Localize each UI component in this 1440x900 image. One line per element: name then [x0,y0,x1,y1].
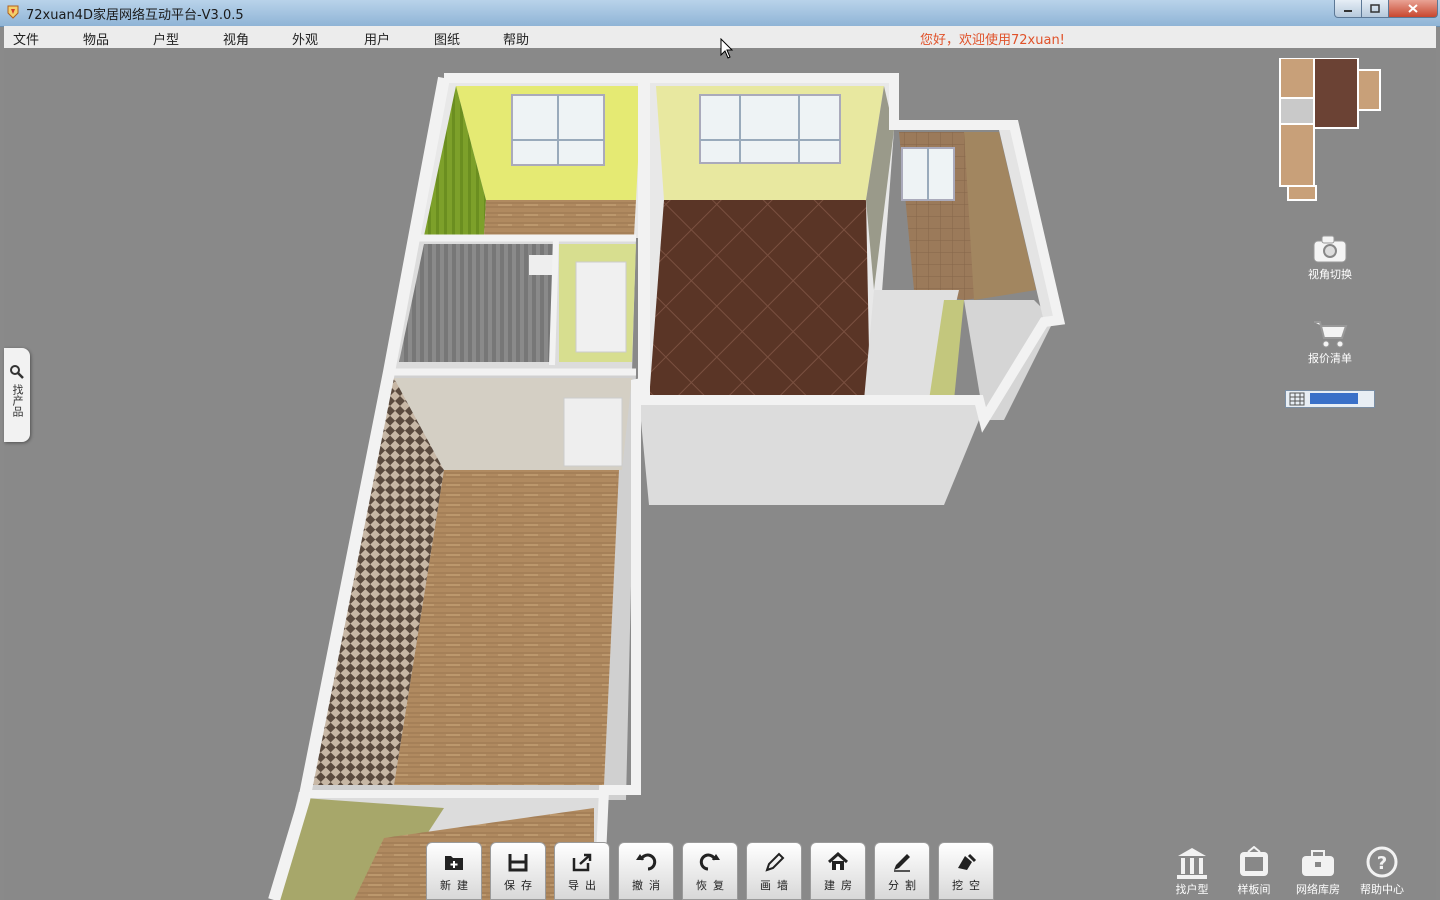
find-product-label: 找产品 [11,384,24,417]
camera-switch-label: 视角切换 [1308,268,1352,281]
save-label: 保存 [504,879,538,892]
window-balcony [901,147,955,201]
3d-floorplan-scene[interactable] [4,48,1436,900]
help-icon: ? [1366,846,1398,878]
menu-appearance[interactable]: 外观 [292,29,318,48]
pen-icon [894,854,910,872]
draw-wall-button[interactable]: 画墙 [746,842,802,900]
floorplan-minimap[interactable] [1278,58,1390,208]
toolbox-icon [1302,850,1334,876]
split-button[interactable]: 分割 [874,842,930,900]
menu-view[interactable]: 视角 [223,29,249,48]
camera-icon [1313,235,1347,263]
menu-help[interactable]: 帮助 [503,29,529,48]
find-floorplan-label: 找户型 [1175,883,1209,896]
menu-file[interactable]: 文件 [13,29,39,48]
split-label: 分割 [888,879,922,892]
window-master-bedroom [699,94,841,164]
network-warehouse-label: 网络库房 [1296,883,1340,896]
cart-icon [1314,321,1348,348]
build-room-label: 建房 [824,879,858,892]
export-label: 导出 [568,879,602,892]
new-button[interactable]: 新建 [426,842,482,900]
app-logo-icon [7,5,19,19]
title-bar: 72xuan4D家居网络互动平台-V3.0.5 [0,0,1440,27]
showroom-label: 样板间 [1237,883,1271,896]
dig-out-button[interactable]: 挖空 [938,842,994,900]
draw-wall-label: 画墙 [760,879,794,892]
search-icon [10,365,24,379]
dig-out-label: 挖空 [952,879,986,892]
menu-items[interactable]: 物品 [83,29,109,48]
redo-button[interactable]: 恢复 [682,842,738,900]
save-icon [508,854,528,872]
3d-viewport[interactable] [4,48,1436,900]
welcome-message: 您好，欢迎使用72xuan! [920,33,1065,48]
menu-floorplan[interactable]: 户型 [153,29,179,48]
menu-drawings[interactable]: 图纸 [434,29,460,48]
redo-icon [699,853,720,871]
close-button[interactable] [1388,0,1438,18]
room-icon [1240,846,1268,876]
grid-icon [1289,392,1305,406]
house-icon [828,852,848,870]
maximize-button[interactable] [1361,0,1389,18]
zoom-slider-fill [1310,393,1358,404]
building-icon [1177,848,1207,879]
redo-label: 恢复 [696,879,730,892]
undo-icon [636,853,657,871]
build-room-button[interactable]: 建房 [810,842,866,900]
network-warehouse-link[interactable]: 网络库房 [1288,846,1348,897]
help-center-label: 帮助中心 [1360,883,1404,896]
pencil-icon [765,852,785,872]
export-icon [572,853,592,872]
help-center-link[interactable]: ? 帮助中心 [1352,846,1412,897]
undo-button[interactable]: 撤消 [618,842,674,900]
find-product-tab[interactable]: 找产品 [4,348,30,442]
svg-text:?: ? [1377,853,1387,874]
undo-label: 撤消 [632,879,666,892]
new-icon [445,856,463,870]
quote-list-button[interactable]: 报价清单 [1290,318,1370,366]
mouse-cursor-icon [720,38,734,59]
close-icon [1408,4,1418,13]
dig-icon [958,853,977,870]
window-title: 72xuan4D家居网络互动平台-V3.0.5 [26,8,244,23]
minimize-icon [1344,9,1352,12]
window-left-bedroom [511,94,605,166]
zoom-slider[interactable] [1285,390,1375,408]
menu-user[interactable]: 用户 [364,29,390,48]
camera-switch-button[interactable]: 视角切换 [1290,234,1370,282]
showroom-link[interactable]: 样板间 [1224,846,1284,897]
quote-list-label: 报价清单 [1308,352,1352,365]
minimize-button[interactable] [1334,0,1362,18]
save-button[interactable]: 保存 [490,842,546,900]
maximize-icon [1370,4,1380,13]
export-button[interactable]: 导出 [554,842,610,900]
new-label: 新建 [440,879,474,892]
find-floorplan-link[interactable]: 找户型 [1162,846,1222,897]
